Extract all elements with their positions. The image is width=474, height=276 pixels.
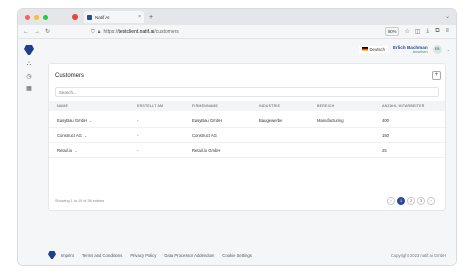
- new-tab-button[interactable]: +: [149, 14, 153, 21]
- app-area: ⛬ ◷ ▦ Deutsch Erlich Bachman Ansehen EB …: [18, 39, 456, 265]
- chevron-down-icon[interactable]: ⌄: [447, 47, 450, 52]
- cell-name-text: Retail.io: [57, 148, 73, 153]
- tab-close-button[interactable]: ×: [138, 14, 141, 20]
- cell-area: Manufacturing: [317, 118, 344, 123]
- cell-industry: Baugewerbe: [259, 118, 283, 123]
- next-page-button[interactable]: ›: [427, 197, 435, 205]
- favicon-icon: [87, 14, 92, 20]
- page-button-2[interactable]: 2: [407, 197, 415, 205]
- table-row[interactable]: Retail.io ⌄ - Retail.io GmbH 25: [49, 144, 445, 158]
- tab-natif-ai[interactable]: Natif AI ×: [84, 11, 144, 23]
- search-input[interactable]: [55, 87, 439, 97]
- footer-link-imprint[interactable]: Imprint: [61, 253, 74, 258]
- add-customer-button[interactable]: +: [432, 71, 441, 80]
- footer-link-privacy[interactable]: Privacy Policy: [130, 253, 156, 258]
- cell-employees: 25: [382, 148, 387, 153]
- zoom-level[interactable]: 80%: [385, 27, 400, 36]
- pocket-icon[interactable]: ◫: [415, 28, 421, 35]
- customers-card: Customers + NAME ERSTELLT AM FIRMENNAME …: [48, 63, 446, 211]
- column-header-name[interactable]: NAME: [57, 104, 68, 108]
- sidebar: ⛬ ◷ ▦: [18, 39, 40, 265]
- close-window-button[interactable]: [25, 14, 30, 20]
- toolbar-icons: ◫ ⤓ ⧉ ≡: [415, 28, 449, 35]
- url-host: testclient.natif.ai: [118, 28, 155, 35]
- column-header-industry[interactable]: INDUSTRIE: [259, 104, 280, 108]
- user-info[interactable]: Erlich Bachman Ansehen: [393, 45, 428, 54]
- back-icon[interactable]: ←: [23, 29, 29, 35]
- cell-created: -: [137, 148, 139, 153]
- copyright: Copyright 2023 natif.ai GmbH: [390, 252, 446, 258]
- cell-employees: 150: [382, 133, 389, 138]
- pagination-summary: Showing 1 to 10 of 36 entries: [55, 199, 105, 203]
- cell-company: Construct AG: [192, 133, 217, 138]
- language-selector[interactable]: Deutsch: [358, 45, 388, 53]
- chevron-down-icon[interactable]: ⌄: [89, 118, 92, 123]
- cell-company: EasyBau GmbH: [192, 118, 223, 123]
- footer-link-terms[interactable]: Terms and Conditions: [82, 253, 123, 258]
- footer: Imprint Terms and Conditions Privacy Pol…: [18, 245, 456, 265]
- column-header-created[interactable]: ERSTELLT AM: [137, 104, 163, 108]
- forward-icon[interactable]: →: [34, 29, 40, 35]
- cell-company: Retail.io GmbH: [192, 148, 221, 153]
- reload-icon[interactable]: ↻: [45, 28, 50, 35]
- user-role: Ansehen: [412, 49, 428, 54]
- lock-icon: 🔒︎: [97, 28, 101, 35]
- natif-logo-icon[interactable]: [24, 45, 34, 55]
- chevron-down-icon[interactable]: ⌄: [84, 133, 87, 138]
- tab-title: Natif AI: [95, 14, 110, 20]
- navigation-bar: ← → ↻ ⛉ 🔒︎ https://testclient.natif.ai/c…: [18, 25, 456, 39]
- app-header: Deutsch Erlich Bachman Ansehen EB ⌄: [40, 39, 456, 59]
- maximize-window-button[interactable]: [43, 14, 48, 20]
- cell-name-text: Construct AG: [57, 133, 82, 138]
- star-icon[interactable]: ☆: [404, 28, 409, 35]
- download-icon[interactable]: ⤓: [427, 28, 430, 35]
- cell-name-text: EasyBau GmbH: [57, 118, 88, 123]
- column-header-area[interactable]: BEREICH: [317, 104, 334, 108]
- extensions-icon[interactable]: ⧉: [435, 28, 439, 35]
- footer-link-dpa[interactable]: Data Processor Addendum: [164, 253, 214, 258]
- cell-employees: 400: [382, 118, 389, 123]
- url-path: /customers: [154, 28, 179, 35]
- natif-logo-icon: [48, 251, 56, 259]
- history-icon[interactable]: ◷: [26, 73, 31, 80]
- window-controls: [25, 14, 48, 20]
- cell-name: Construct AG ⌄: [57, 133, 87, 138]
- calendar-icon[interactable]: ▦: [26, 85, 32, 92]
- chevron-down-icon[interactable]: ⌄: [74, 148, 77, 153]
- chevron-down-icon[interactable]: ⌄: [445, 13, 450, 20]
- cell-created: -: [137, 118, 139, 123]
- table-header: NAME ERSTELLT AM FIRMENNAME INDUSTRIE BE…: [49, 101, 445, 111]
- menu-icon[interactable]: ≡: [445, 28, 449, 35]
- language-label: Deutsch: [369, 46, 385, 52]
- dashboard-icon[interactable]: ⛬: [27, 61, 31, 68]
- page-title: Customers: [55, 73, 85, 79]
- cell-name: Retail.io ⌄: [57, 148, 78, 153]
- column-header-company[interactable]: FIRMENNAME: [192, 104, 218, 108]
- german-flag-icon: [361, 47, 368, 51]
- cell-created: -: [137, 133, 139, 138]
- table-row[interactable]: Construct AG ⌄ - Construct AG 150: [49, 129, 445, 143]
- page-button-1[interactable]: 1: [397, 197, 405, 205]
- tab-indicator-icon: [72, 14, 78, 20]
- column-header-employees[interactable]: ANZAHL MITARBEITER: [382, 104, 425, 108]
- footer-link-cookies[interactable]: Cookie Settings: [222, 253, 251, 258]
- table-row[interactable]: EasyBau GmbH ⌄ - EasyBau GmbH Baugewerbe …: [49, 114, 445, 128]
- tab-bar: Natif AI × + ⌄: [18, 9, 456, 25]
- browser-window: Natif AI × + ⌄ ← → ↻ ⛉ 🔒︎ https://testcl…: [17, 8, 457, 266]
- previous-page-button[interactable]: ‹: [387, 197, 395, 205]
- page-button-3[interactable]: 3: [417, 197, 425, 205]
- address-bar[interactable]: ⛉ 🔒︎ https://testclient.natif.ai/custome…: [91, 29, 179, 35]
- pagination: ‹ 1 2 3 ›: [387, 197, 435, 205]
- cell-name: EasyBau GmbH ⌄: [57, 118, 92, 123]
- minimize-window-button[interactable]: [34, 14, 39, 20]
- shield-icon: ⛉: [91, 28, 95, 35]
- url-prefix: https://: [103, 28, 119, 35]
- avatar[interactable]: EB: [432, 44, 442, 54]
